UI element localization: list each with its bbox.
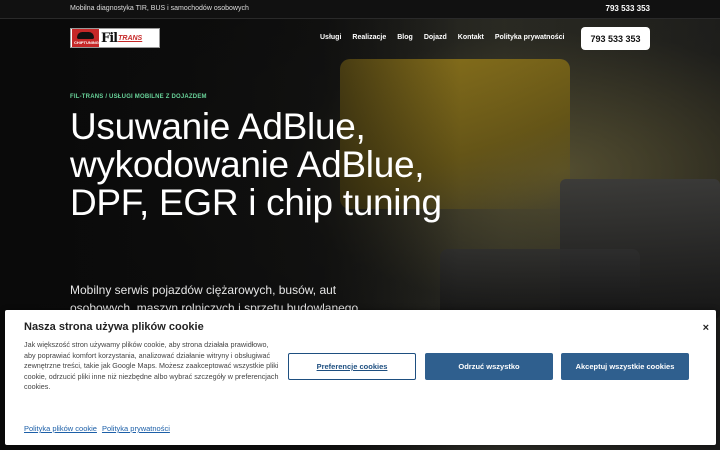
- car-icon: [77, 32, 94, 39]
- call-button[interactable]: 793 533 353: [581, 27, 650, 50]
- nav-item-polityka[interactable]: Polityka prywatności: [495, 34, 565, 41]
- close-icon[interactable]: ×: [703, 322, 709, 334]
- site-header: CHIPTUNING Fil TRANS Usługi Realizacje B…: [0, 19, 720, 59]
- logo-trans: TRANS: [118, 34, 143, 42]
- cookie-title: Nasza strona używa plików cookie: [24, 321, 204, 333]
- cookie-deny-button[interactable]: Odrzuć wszystko: [425, 353, 553, 380]
- topbar-phone-link[interactable]: 793 533 353: [606, 4, 651, 13]
- main-nav: Usługi Realizacje Blog Dojazd Kontakt Po…: [320, 34, 564, 41]
- cookie-accept-button[interactable]: Akceptuj wszystkie cookies: [561, 353, 689, 380]
- cookie-consent-banner: Nasza strona używa plików cookie × Jak w…: [5, 310, 716, 445]
- chiptuning-badge: CHIPTUNING: [72, 29, 99, 47]
- chiptuning-label: CHIPTUNING: [74, 40, 99, 45]
- nav-item-blog[interactable]: Blog: [397, 34, 413, 41]
- hero-headline: Usuwanie AdBlue, wykodowanie AdBlue, DPF…: [70, 106, 442, 223]
- nav-item-dojazd[interactable]: Dojazd: [424, 34, 447, 41]
- nav-item-realizacje[interactable]: Realizacje: [352, 34, 386, 41]
- privacy-policy-link[interactable]: Polityka prywatności: [102, 424, 170, 433]
- cookie-policy-link[interactable]: Polityka plików cookie: [24, 424, 97, 433]
- cookie-description: Jak większość stron używamy plików cooki…: [24, 340, 279, 392]
- top-info-bar: Mobilna diagnostyka TIR, BUS i samochodó…: [0, 0, 720, 19]
- cookie-preferences-button[interactable]: Preferencje cookies: [288, 353, 416, 380]
- topbar-tagline: Mobilna diagnostyka TIR, BUS i samochodó…: [70, 5, 249, 12]
- hero-breadcrumb: FIL-TRANS / USŁUGI MOBILNE Z DOJAZDEM: [70, 94, 207, 100]
- site-logo[interactable]: CHIPTUNING Fil TRANS: [70, 28, 160, 48]
- nav-item-kontakt[interactable]: Kontakt: [458, 34, 484, 41]
- logo-fil: Fil: [101, 30, 118, 46]
- cookie-links: Polityka plików cookie Polityka prywatno…: [24, 424, 170, 433]
- nav-item-uslugi[interactable]: Usługi: [320, 34, 341, 41]
